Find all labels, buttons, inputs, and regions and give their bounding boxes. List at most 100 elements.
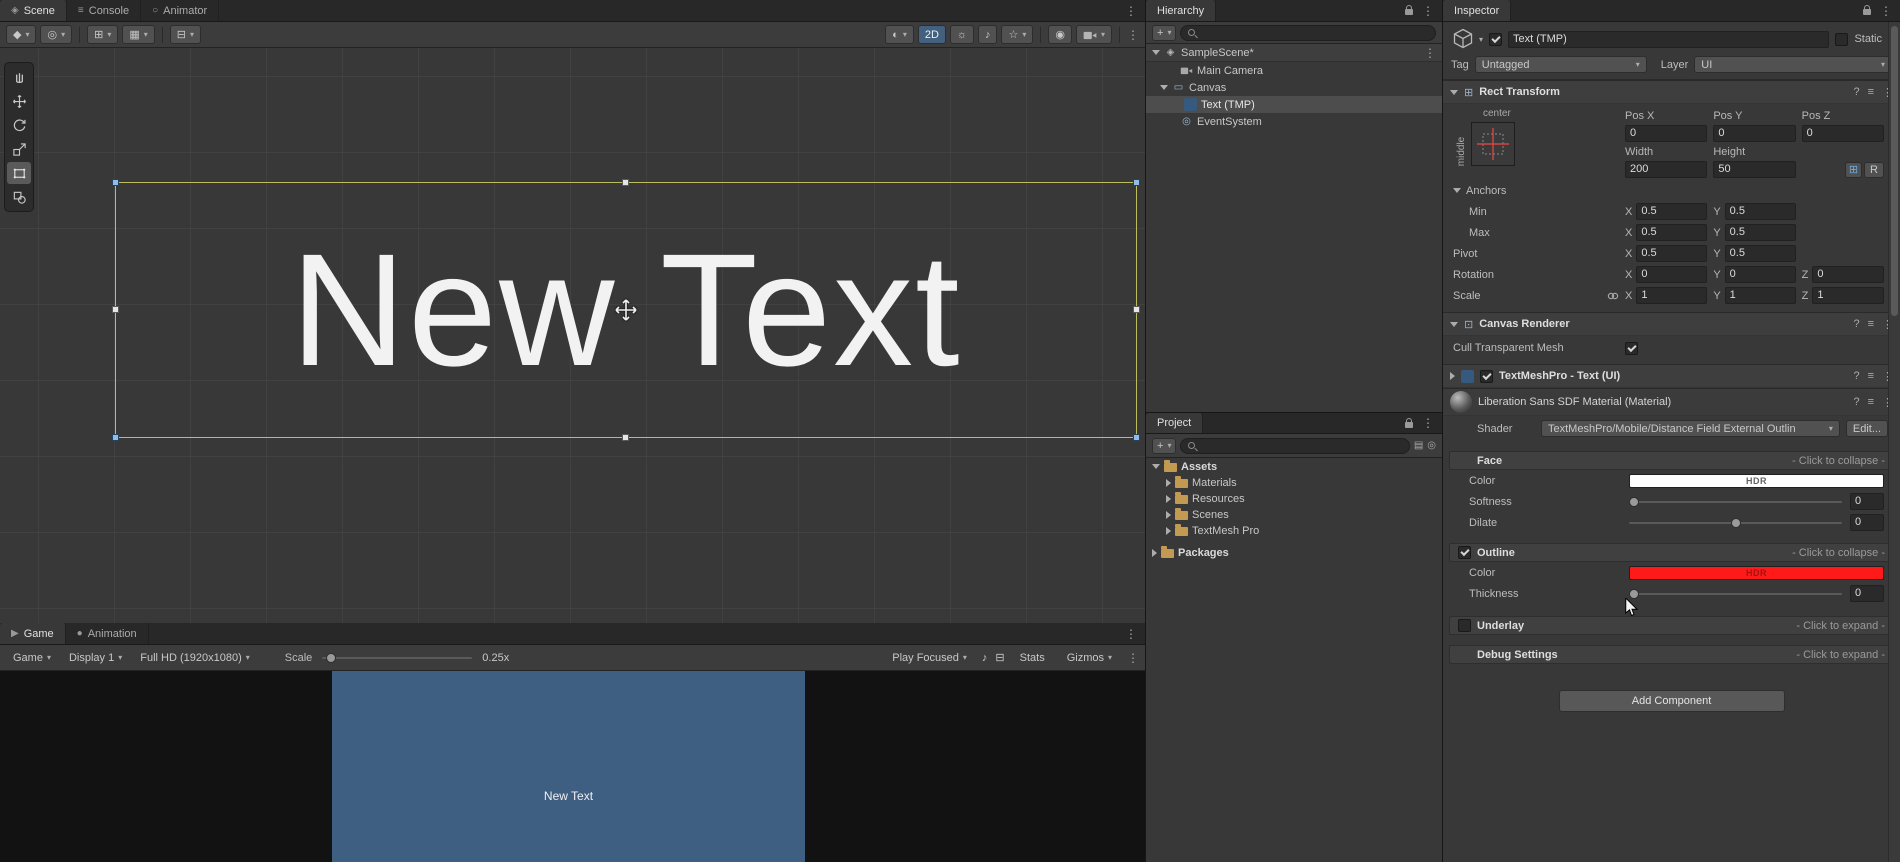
rotate-tool-button[interactable] [7, 114, 31, 136]
anchor-min-x-field[interactable]: 0.5 [1636, 203, 1708, 220]
tmp-enabled-checkbox[interactable] [1480, 369, 1493, 383]
foldout-closed-icon[interactable] [1152, 549, 1157, 557]
anchor-max-x-field[interactable]: 0.5 [1636, 224, 1708, 241]
rect-transform-header[interactable]: ⊞ Rect Transform ? ≡ ⋮ [1443, 80, 1900, 104]
project-folder-materials[interactable]: Materials [1146, 475, 1442, 491]
scale-x-field[interactable]: 1 [1636, 287, 1708, 304]
lock-icon[interactable] [1405, 5, 1413, 15]
foldout-open-icon[interactable] [1152, 464, 1160, 469]
foldout-open-icon[interactable] [1152, 50, 1160, 55]
transform-gizmo-button[interactable]: ◆ ▾ [6, 25, 37, 44]
width-field[interactable]: 200 [1625, 161, 1708, 178]
softness-slider-knob[interactable] [1629, 496, 1639, 507]
hierarchy-item-canvas[interactable]: ▭ Canvas [1146, 79, 1442, 96]
rect-tool-button[interactable] [7, 162, 31, 184]
rotation-y-field[interactable]: 0 [1724, 266, 1796, 283]
hierarchy-item-text-tmp[interactable]: Text (TMP) [1146, 96, 1442, 113]
project-search-input[interactable] [1180, 437, 1410, 454]
help-icon[interactable]: ? [1853, 396, 1859, 408]
hierarchy-item-main-camera[interactable]: Main Camera [1146, 62, 1442, 79]
tab-animator[interactable]: ○ Animator [141, 0, 220, 21]
snap-increment-button[interactable]: ⊟ ▾ [169, 25, 201, 44]
static-checkbox[interactable] [1835, 32, 1849, 46]
draw-mode-button[interactable]: ◐ ▾ [885, 25, 914, 44]
game-panel-menu-icon[interactable]: ⋮ [1125, 627, 1137, 641]
rotation-x-field[interactable]: 0 [1636, 266, 1708, 283]
gizmos-dropdown[interactable]: Gizmos ▾ [1060, 648, 1119, 667]
tab-hierarchy[interactable]: Hierarchy [1146, 0, 1217, 21]
shader-edit-button[interactable]: Edit... [1845, 420, 1888, 437]
inspector-scrollbar[interactable] [1888, 22, 1900, 862]
pos-y-field[interactable]: 0 [1713, 125, 1796, 142]
scene-visibility-button[interactable]: ◉ [1048, 25, 1072, 44]
stats-button[interactable]: Stats [1013, 648, 1052, 667]
icon-picker-caret[interactable]: ▾ [1479, 35, 1483, 44]
game-viewport[interactable]: New Text [0, 671, 1145, 862]
game-toolbar-menu-icon[interactable]: ⋮ [1127, 651, 1139, 665]
help-icon[interactable]: ? [1853, 318, 1859, 330]
foldout-closed-icon[interactable] [1166, 527, 1171, 535]
add-component-button[interactable]: Add Component [1558, 690, 1785, 712]
presets-icon[interactable]: ≡ [1868, 318, 1874, 330]
scale-y-field[interactable]: 1 [1724, 287, 1796, 304]
anchor-min-y-field[interactable]: 0.5 [1724, 203, 1796, 220]
display-dropdown[interactable]: Display 1 ▾ [62, 648, 129, 667]
presets-icon[interactable]: ≡ [1868, 86, 1874, 98]
hierarchy-item-samplescene[interactable]: ◈ SampleScene* ⋮ [1146, 44, 1442, 62]
foldout-closed-icon[interactable] [1166, 511, 1171, 519]
raw-edit-mode-button[interactable]: R [1864, 161, 1884, 178]
project-create-button[interactable]: + ▾ [1152, 437, 1177, 454]
tab-project[interactable]: Project [1146, 413, 1204, 433]
vsync-icon[interactable]: ⊟ [995, 651, 1004, 664]
foldout-closed-icon[interactable] [1166, 495, 1171, 503]
dilate-slider-knob[interactable] [1730, 517, 1741, 528]
grid-visibility-button[interactable]: ⊞ ▾ [87, 25, 119, 44]
scale-z-field[interactable]: 1 [1812, 287, 1884, 304]
project-menu-icon[interactable]: ⋮ [1422, 416, 1434, 430]
gameobject-name-field[interactable]: Text (TMP) [1508, 30, 1830, 48]
selection-handle-left[interactable] [112, 306, 119, 313]
game-scale-slider[interactable] [322, 652, 473, 663]
project-folder-textmeshpro[interactable]: TextMesh Pro [1146, 523, 1442, 539]
thickness-slider-knob[interactable] [1629, 588, 1639, 599]
pivot-x-field[interactable]: 0.5 [1636, 245, 1708, 262]
blueprint-mode-button[interactable]: ⊞ [1844, 161, 1863, 178]
constrain-proportions-icon[interactable] [1607, 290, 1619, 302]
face-color-swatch[interactable]: HDR [1629, 473, 1884, 488]
pivot-y-field[interactable]: 0.5 [1724, 245, 1796, 262]
tmp-component-header[interactable]: TextMeshPro - Text (UI) ? ≡ ⋮ [1443, 364, 1900, 388]
project-folder-packages[interactable]: Packages [1146, 545, 1442, 561]
tab-console[interactable]: ≡ Console [66, 0, 142, 21]
foldout-closed-icon[interactable] [1166, 479, 1171, 487]
inspector-scrollbar-thumb[interactable] [1891, 26, 1898, 316]
hierarchy-search-input[interactable] [1180, 24, 1436, 41]
presets-icon[interactable]: ≡ [1868, 370, 1874, 382]
effects-dropdown-button[interactable]: ☆ ▾ [1001, 25, 1034, 44]
inspector-menu-icon[interactable]: ⋮ [1880, 4, 1892, 18]
lock-icon[interactable] [1863, 5, 1871, 15]
face-section-header[interactable]: Face - Click to collapse - [1449, 451, 1894, 470]
lighting-toggle-button[interactable]: ☼ [949, 25, 974, 44]
project-columns-icon[interactable]: ▤ [1414, 440, 1423, 451]
foldout-open-icon[interactable] [1450, 321, 1458, 327]
thickness-slider[interactable] [1629, 588, 1842, 599]
gameobject-cube-icon[interactable] [1451, 27, 1475, 51]
project-hidden-icon[interactable]: ◎ [1427, 440, 1436, 451]
selection-handle-top-left[interactable] [112, 179, 119, 186]
foldout-closed-icon[interactable] [1450, 372, 1455, 380]
transform-tool-button[interactable] [7, 186, 31, 208]
view-tool-button[interactable] [7, 66, 31, 88]
material-header[interactable]: Liberation Sans SDF Material (Material) … [1443, 388, 1900, 416]
resolution-dropdown[interactable]: Full HD (1920x1080) ▾ [133, 648, 257, 667]
foldout-open-icon[interactable] [1160, 85, 1168, 90]
pos-z-field[interactable]: 0 [1801, 125, 1884, 142]
hierarchy-item-eventsystem[interactable]: ◎ EventSystem [1146, 113, 1442, 130]
selection-handle-bottom[interactable] [622, 434, 629, 441]
foldout-open-icon[interactable] [1453, 188, 1461, 193]
game-mode-dropdown[interactable]: Game ▾ [6, 648, 58, 667]
canvas-renderer-header[interactable]: ⊡ Canvas Renderer ? ≡ ⋮ [1443, 312, 1900, 336]
project-folder-scenes[interactable]: Scenes [1146, 507, 1442, 523]
underlay-section-header[interactable]: Underlay - Click to expand - [1449, 616, 1894, 635]
selection-handle-top[interactable] [622, 179, 629, 186]
scene-viewport[interactable]: New Text [0, 48, 1145, 623]
